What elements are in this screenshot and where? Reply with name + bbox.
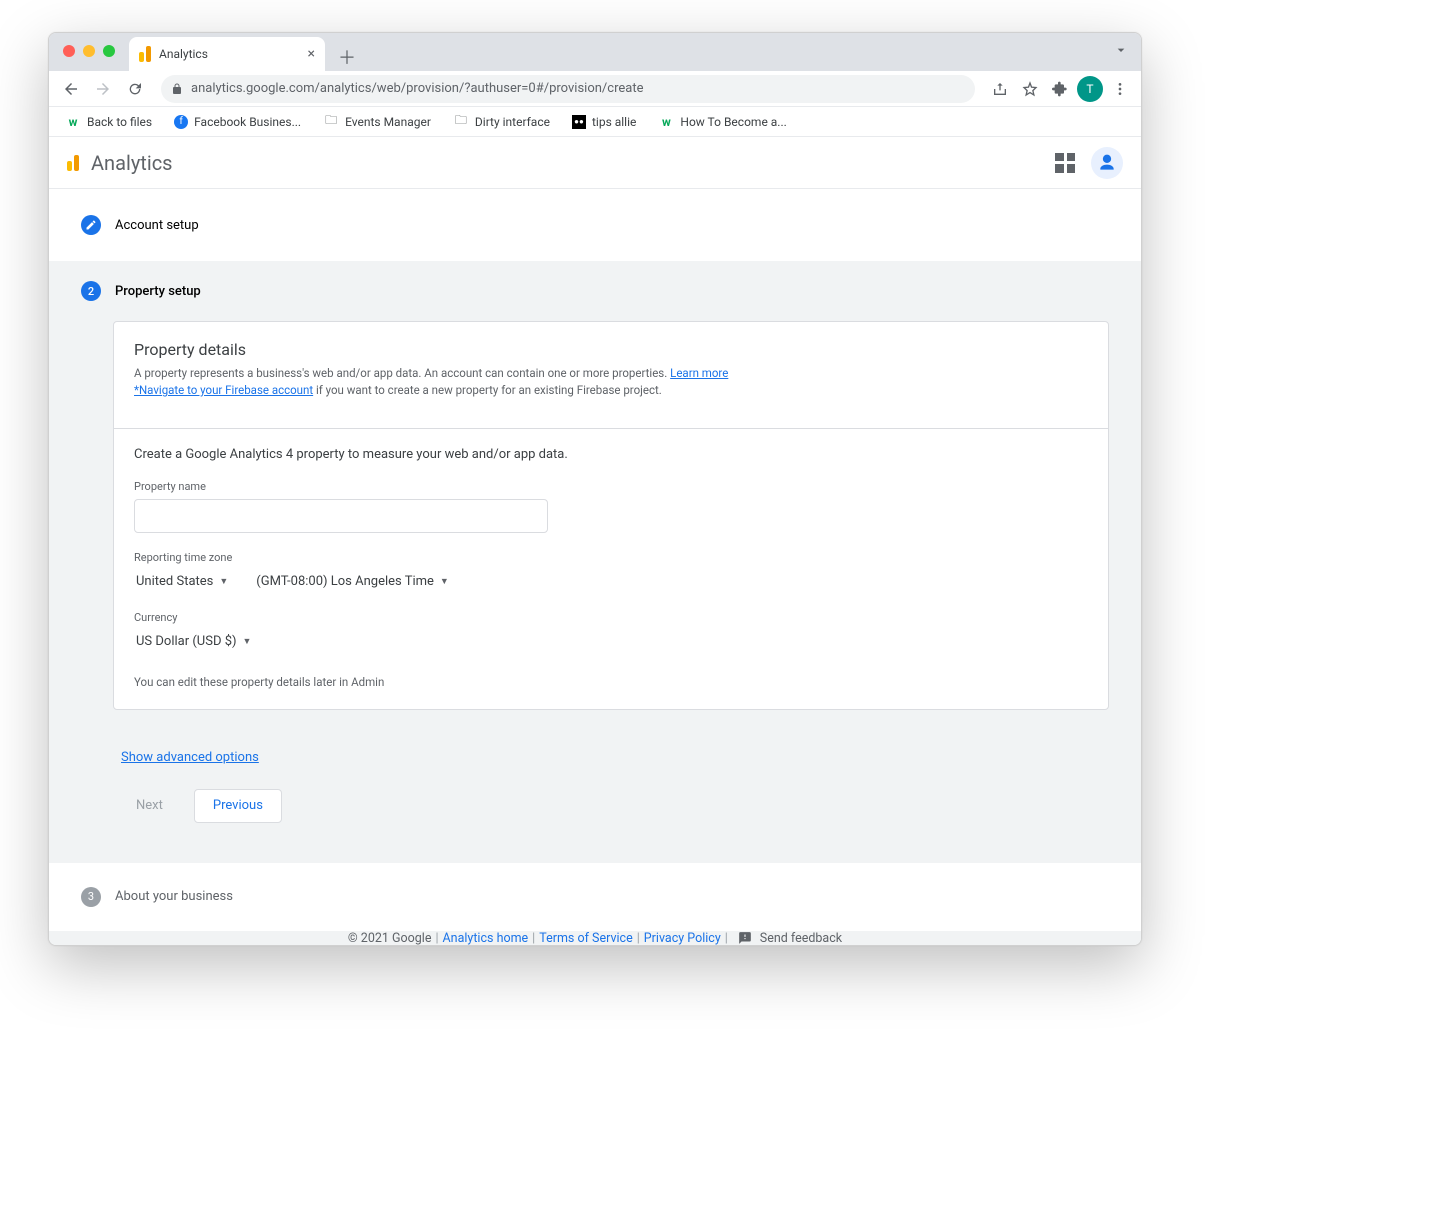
apps-grid-icon[interactable]	[1055, 153, 1075, 173]
currency-value: US Dollar (USD $)	[136, 634, 237, 649]
app-header: Analytics	[49, 137, 1141, 189]
folder-icon: 🗀	[453, 114, 469, 130]
app-title-block: Analytics	[67, 151, 173, 175]
step-account-setup[interactable]: Account setup	[49, 215, 1141, 261]
terms-link[interactable]: Terms of Service	[539, 931, 632, 946]
analytics-home-link[interactable]: Analytics home	[443, 931, 529, 946]
extensions-icon[interactable]	[1047, 76, 1073, 102]
window-controls	[63, 45, 115, 57]
bookmarks-bar: w Back to files f Facebook Busines... 🗀 Eve…	[49, 107, 1141, 137]
panel-hint: A property represents a business's web a…	[134, 365, 1088, 400]
bookmark-label: tips allie	[592, 115, 636, 129]
country-select[interactable]: United States ▼	[134, 570, 230, 593]
bookmark-facebook[interactable]: f Facebook Busines...	[168, 111, 307, 133]
bookmark-star-icon[interactable]	[1017, 76, 1043, 102]
panel-title: Property details	[134, 340, 1088, 359]
step-label: Account setup	[115, 218, 199, 233]
edit-later-note: You can edit these property details late…	[134, 675, 1088, 689]
step-about-business: 3 About your business	[49, 863, 1141, 931]
browser-window: Analytics × ＋ analytics.google.com/analy…	[48, 32, 1142, 946]
tab-title: Analytics	[159, 47, 208, 61]
bookmark-tips-allie[interactable]: ●● tips allie	[566, 111, 642, 133]
previous-button[interactable]: Previous	[194, 789, 282, 823]
panel-lead-text: Create a Google Analytics 4 property to …	[134, 447, 1088, 462]
new-tab-button[interactable]: ＋	[333, 43, 361, 71]
bookmark-label: How To Become a...	[680, 115, 786, 129]
analytics-logo-icon	[67, 155, 79, 171]
timezone-select[interactable]: (GMT-08:00) Los Angeles Time ▼	[254, 570, 451, 593]
property-name-label: Property name	[134, 480, 1088, 493]
profile-initial: T	[1086, 82, 1093, 96]
next-button: Next	[117, 789, 182, 823]
profile-avatar[interactable]: T	[1077, 76, 1103, 102]
bookmark-label: Facebook Busines...	[194, 115, 301, 129]
bookmark-label: Events Manager	[345, 115, 431, 129]
bookmark-label: Back to files	[87, 115, 152, 129]
app-title: Analytics	[91, 151, 173, 175]
close-window-icon[interactable]	[63, 45, 75, 57]
edit-step-icon	[81, 215, 101, 235]
step-number-badge: 2	[81, 281, 101, 301]
tabstrip-menu-icon[interactable]	[1113, 42, 1129, 62]
account-avatar[interactable]	[1091, 147, 1123, 179]
omnibox[interactable]: analytics.google.com/analytics/web/provi…	[161, 75, 975, 103]
currency-select[interactable]: US Dollar (USD $) ▼	[134, 630, 1088, 653]
close-tab-icon[interactable]: ×	[308, 46, 315, 62]
bookmark-icon: w	[65, 114, 81, 130]
currency-label: Currency	[134, 611, 1088, 624]
folder-icon: 🗀	[323, 114, 339, 130]
stepper: Account setup 2 Property setup Property …	[49, 189, 1141, 931]
reload-button[interactable]	[121, 75, 149, 103]
footer: © 2021 Google| Analytics home| Terms of …	[49, 931, 1141, 946]
send-feedback-link[interactable]: Send feedback	[760, 931, 842, 946]
bookmark-back-to-files[interactable]: w Back to files	[59, 110, 158, 134]
forward-button	[89, 75, 117, 103]
timezone-value: (GMT-08:00) Los Angeles Time	[256, 574, 434, 589]
browser-tab[interactable]: Analytics ×	[129, 37, 325, 71]
lock-icon	[171, 83, 183, 95]
back-button[interactable]	[57, 75, 85, 103]
analytics-logo-icon	[139, 46, 151, 62]
timezone-label: Reporting time zone	[134, 551, 1088, 564]
minimize-window-icon[interactable]	[83, 45, 95, 57]
browser-menu-icon[interactable]	[1107, 76, 1133, 102]
bookmark-dirty-interface[interactable]: 🗀 Dirty interface	[447, 110, 556, 134]
property-details-panel: Property details A property represents a…	[113, 321, 1109, 710]
share-icon[interactable]	[987, 76, 1013, 102]
bookmark-events-manager[interactable]: 🗀 Events Manager	[317, 110, 437, 134]
address-bar: analytics.google.com/analytics/web/provi…	[49, 71, 1141, 107]
privacy-link[interactable]: Privacy Policy	[644, 931, 721, 946]
show-advanced-options-link[interactable]: Show advanced options	[121, 750, 259, 765]
footer-copyright: © 2021 Google	[348, 931, 432, 946]
step-number-badge: 3	[81, 887, 101, 907]
tabstrip: Analytics × ＋	[49, 33, 1141, 71]
property-name-input[interactable]	[134, 499, 548, 533]
facebook-icon: f	[174, 115, 188, 129]
feedback-icon	[738, 931, 752, 945]
bookmark-label: Dirty interface	[475, 115, 550, 129]
chevron-down-icon: ▼	[243, 636, 252, 647]
bookmark-icon: w	[658, 114, 674, 130]
step-label: About your business	[115, 889, 233, 904]
step-label: Property setup	[115, 284, 201, 299]
country-value: United States	[136, 574, 213, 589]
medium-icon: ●●	[572, 115, 586, 129]
url-text: analytics.google.com/analytics/web/provi…	[191, 81, 643, 96]
chevron-down-icon: ▼	[219, 576, 228, 587]
chevron-down-icon: ▼	[440, 576, 449, 587]
maximize-window-icon[interactable]	[103, 45, 115, 57]
step-property-setup: 2 Property setup	[49, 261, 1141, 321]
learn-more-link[interactable]: Learn more	[670, 366, 728, 380]
bookmark-how-to-become[interactable]: w How To Become a...	[652, 110, 792, 134]
firebase-account-link[interactable]: *Navigate to your Firebase account	[134, 383, 313, 397]
main-content: Account setup 2 Property setup Property …	[49, 189, 1141, 945]
